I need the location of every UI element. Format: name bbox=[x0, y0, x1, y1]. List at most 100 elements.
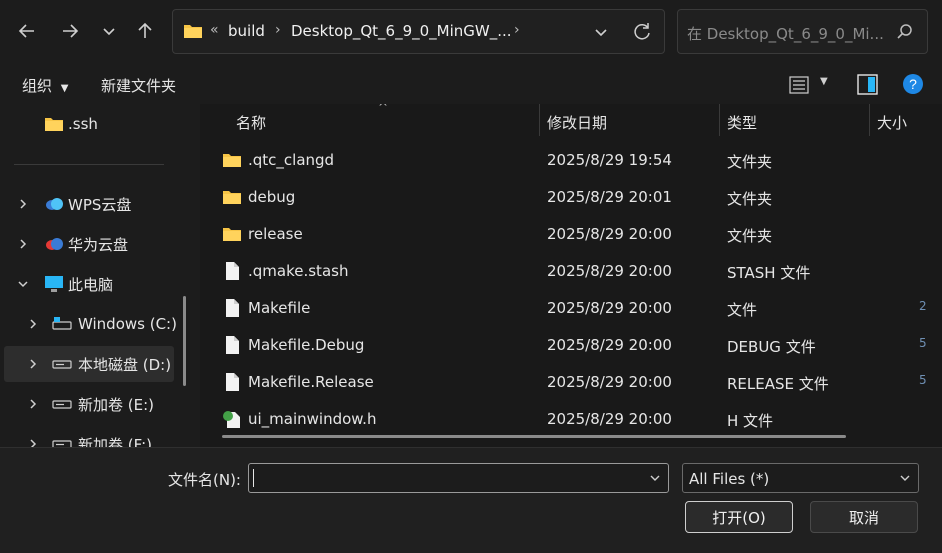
huawei-cloud-icon bbox=[46, 238, 63, 250]
sidebar-item-label: WPS云盘 bbox=[68, 195, 132, 214]
caret-down-icon[interactable]: ▼ bbox=[820, 76, 828, 87]
file-row[interactable]: Makefile.Debug 2025/8/29 20:00 DEBUG 文件 … bbox=[200, 327, 942, 364]
forward-button[interactable] bbox=[55, 16, 85, 46]
chevron-right-icon[interactable] bbox=[26, 317, 40, 331]
file-type: DEBUG 文件 bbox=[727, 338, 816, 356]
sidebar-item-ssh[interactable]: .ssh bbox=[0, 106, 190, 142]
sidebar-item-new-volume-e[interactable]: 新加卷 (E:) bbox=[0, 386, 190, 422]
file-date: 2025/8/29 19:54 bbox=[547, 151, 672, 169]
system-drive-icon bbox=[52, 317, 72, 330]
file-size: 2 bbox=[919, 299, 927, 313]
file-name: .qmake.stash bbox=[248, 262, 349, 280]
preview-pane-icon[interactable] bbox=[857, 74, 878, 95]
organize-menu[interactable]: 组织 ▼ bbox=[22, 75, 69, 96]
file-type-filter[interactable]: All Files (*) bbox=[682, 463, 919, 493]
chevron-down-icon[interactable] bbox=[898, 471, 912, 485]
file-row[interactable]: Makefile.Release 2025/8/29 20:00 RELEASE… bbox=[200, 364, 942, 401]
sidebar-item-label: 新加卷 (F:) bbox=[78, 435, 152, 448]
column-divider[interactable] bbox=[539, 104, 540, 136]
sidebar-item-wps-cloud[interactable]: WPS云盘 bbox=[0, 186, 190, 222]
sidebar-item-label: 此电脑 bbox=[68, 275, 114, 294]
file-row[interactable]: .qmake.stash 2025/8/29 20:00 STASH 文件 bbox=[200, 253, 942, 290]
file-date: 2025/8/29 20:00 bbox=[547, 299, 672, 317]
navigation-pane: .ssh WPS云盘 华为云盘 此电脑 Windows (C:) 本地磁盘 (D… bbox=[0, 104, 197, 447]
file-type: 文件夹 bbox=[727, 153, 773, 171]
file-size: 5 bbox=[919, 336, 927, 350]
column-header: ^ 名称 修改日期 类型 大小 bbox=[200, 104, 942, 136]
breadcrumb-separator[interactable]: › bbox=[275, 22, 281, 38]
header-file-icon bbox=[223, 411, 240, 428]
file-date: 2025/8/29 20:01 bbox=[547, 188, 672, 206]
folder-icon bbox=[45, 118, 63, 131]
refresh-icon[interactable] bbox=[631, 21, 653, 43]
breadcrumb-separator[interactable]: › bbox=[514, 22, 520, 38]
sort-ascending-icon: ^ bbox=[378, 104, 389, 114]
sidebar-scrollbar[interactable] bbox=[183, 296, 186, 386]
file-name: debug bbox=[248, 188, 296, 206]
chevron-down-icon[interactable] bbox=[591, 22, 611, 42]
column-divider[interactable] bbox=[719, 104, 720, 136]
back-button[interactable] bbox=[12, 16, 42, 46]
recent-locations-button[interactable] bbox=[94, 16, 124, 46]
sidebar-item-label: 本地磁盘 (D:) bbox=[78, 355, 172, 374]
address-bar[interactable]: « build › Desktop_Qt_6_9_0_MinGW_... › bbox=[172, 9, 665, 54]
breadcrumb-build[interactable]: build bbox=[228, 22, 265, 40]
chevron-right-icon[interactable] bbox=[26, 357, 40, 371]
file-row[interactable]: ui_mainwindow.h 2025/8/29 20:00 H 文件 bbox=[200, 401, 942, 438]
column-type[interactable]: 类型 bbox=[727, 112, 757, 133]
search-box[interactable]: 在 Desktop_Qt_6_9_0_Mi... bbox=[677, 9, 928, 54]
organize-label: 组织 bbox=[22, 77, 53, 95]
text-caret bbox=[253, 469, 254, 487]
cancel-button[interactable]: 取消 bbox=[810, 501, 918, 533]
file-type: 文件夹 bbox=[727, 227, 773, 245]
chevron-right-icon[interactable] bbox=[26, 437, 40, 447]
search-icon[interactable] bbox=[896, 23, 914, 41]
file-list: ^ 名称 修改日期 类型 大小 .qtc_clangd 2025/8/29 19… bbox=[200, 104, 942, 447]
folder-icon bbox=[223, 191, 241, 204]
sidebar-item-local-disk-d[interactable]: 本地磁盘 (D:) bbox=[4, 346, 174, 382]
folder-icon bbox=[223, 154, 241, 167]
column-size[interactable]: 大小 bbox=[877, 112, 907, 133]
file-row[interactable]: debug 2025/8/29 20:01 文件夹 bbox=[200, 179, 942, 216]
column-name[interactable]: 名称 bbox=[236, 112, 266, 133]
address-overflow[interactable]: « bbox=[210, 22, 219, 38]
wps-cloud-icon bbox=[46, 198, 63, 210]
file-type: STASH 文件 bbox=[727, 264, 811, 282]
file-icon bbox=[226, 336, 239, 354]
sidebar-item-label: Windows (C:) bbox=[78, 315, 177, 333]
search-placeholder: 在 Desktop_Qt_6_9_0_Mi... bbox=[687, 25, 884, 43]
sidebar-divider bbox=[14, 164, 164, 165]
up-button[interactable] bbox=[130, 16, 160, 46]
sidebar-item-windows-c[interactable]: Windows (C:) bbox=[0, 306, 190, 342]
sidebar-item-new-volume-f[interactable]: 新加卷 (F:) bbox=[0, 426, 190, 447]
chevron-right-icon[interactable] bbox=[26, 397, 40, 411]
sidebar-item-this-pc[interactable]: 此电脑 bbox=[0, 266, 190, 302]
open-button[interactable]: 打开(O) bbox=[685, 501, 793, 533]
file-row[interactable]: Makefile 2025/8/29 20:00 文件 2 bbox=[200, 290, 942, 327]
chevron-down-icon bbox=[103, 28, 115, 36]
chevron-right-icon[interactable] bbox=[16, 237, 30, 251]
breadcrumb-desktop-qt[interactable]: Desktop_Qt_6_9_0_MinGW_... bbox=[291, 22, 512, 40]
dialog-footer: 文件名(N): All Files (*) 打开(O) 取消 bbox=[0, 447, 942, 553]
file-icon bbox=[226, 299, 239, 317]
file-date: 2025/8/29 20:00 bbox=[547, 262, 672, 280]
chevron-down-icon[interactable] bbox=[648, 471, 662, 485]
chevron-down-icon[interactable] bbox=[16, 277, 30, 291]
column-divider[interactable] bbox=[869, 104, 870, 136]
column-date[interactable]: 修改日期 bbox=[547, 112, 607, 133]
chevron-right-icon[interactable] bbox=[16, 197, 30, 211]
file-name: .qtc_clangd bbox=[248, 151, 335, 169]
navigation-bar: « build › Desktop_Qt_6_9_0_MinGW_... › 在… bbox=[0, 0, 942, 64]
sidebar-item-huawei-cloud[interactable]: 华为云盘 bbox=[0, 226, 190, 262]
svg-text:?: ? bbox=[909, 76, 917, 92]
drive-icon bbox=[52, 440, 72, 447]
file-type: 文件夹 bbox=[727, 190, 773, 208]
help-icon[interactable]: ? bbox=[902, 73, 924, 95]
horizontal-scrollbar[interactable] bbox=[222, 435, 846, 438]
new-folder-button[interactable]: 新建文件夹 bbox=[101, 75, 176, 96]
view-options-icon[interactable] bbox=[789, 75, 809, 95]
file-name: Makefile bbox=[248, 299, 311, 317]
filename-input[interactable] bbox=[248, 463, 669, 493]
file-row[interactable]: .qtc_clangd 2025/8/29 19:54 文件夹 bbox=[200, 142, 942, 179]
file-row[interactable]: release 2025/8/29 20:00 文件夹 bbox=[200, 216, 942, 253]
